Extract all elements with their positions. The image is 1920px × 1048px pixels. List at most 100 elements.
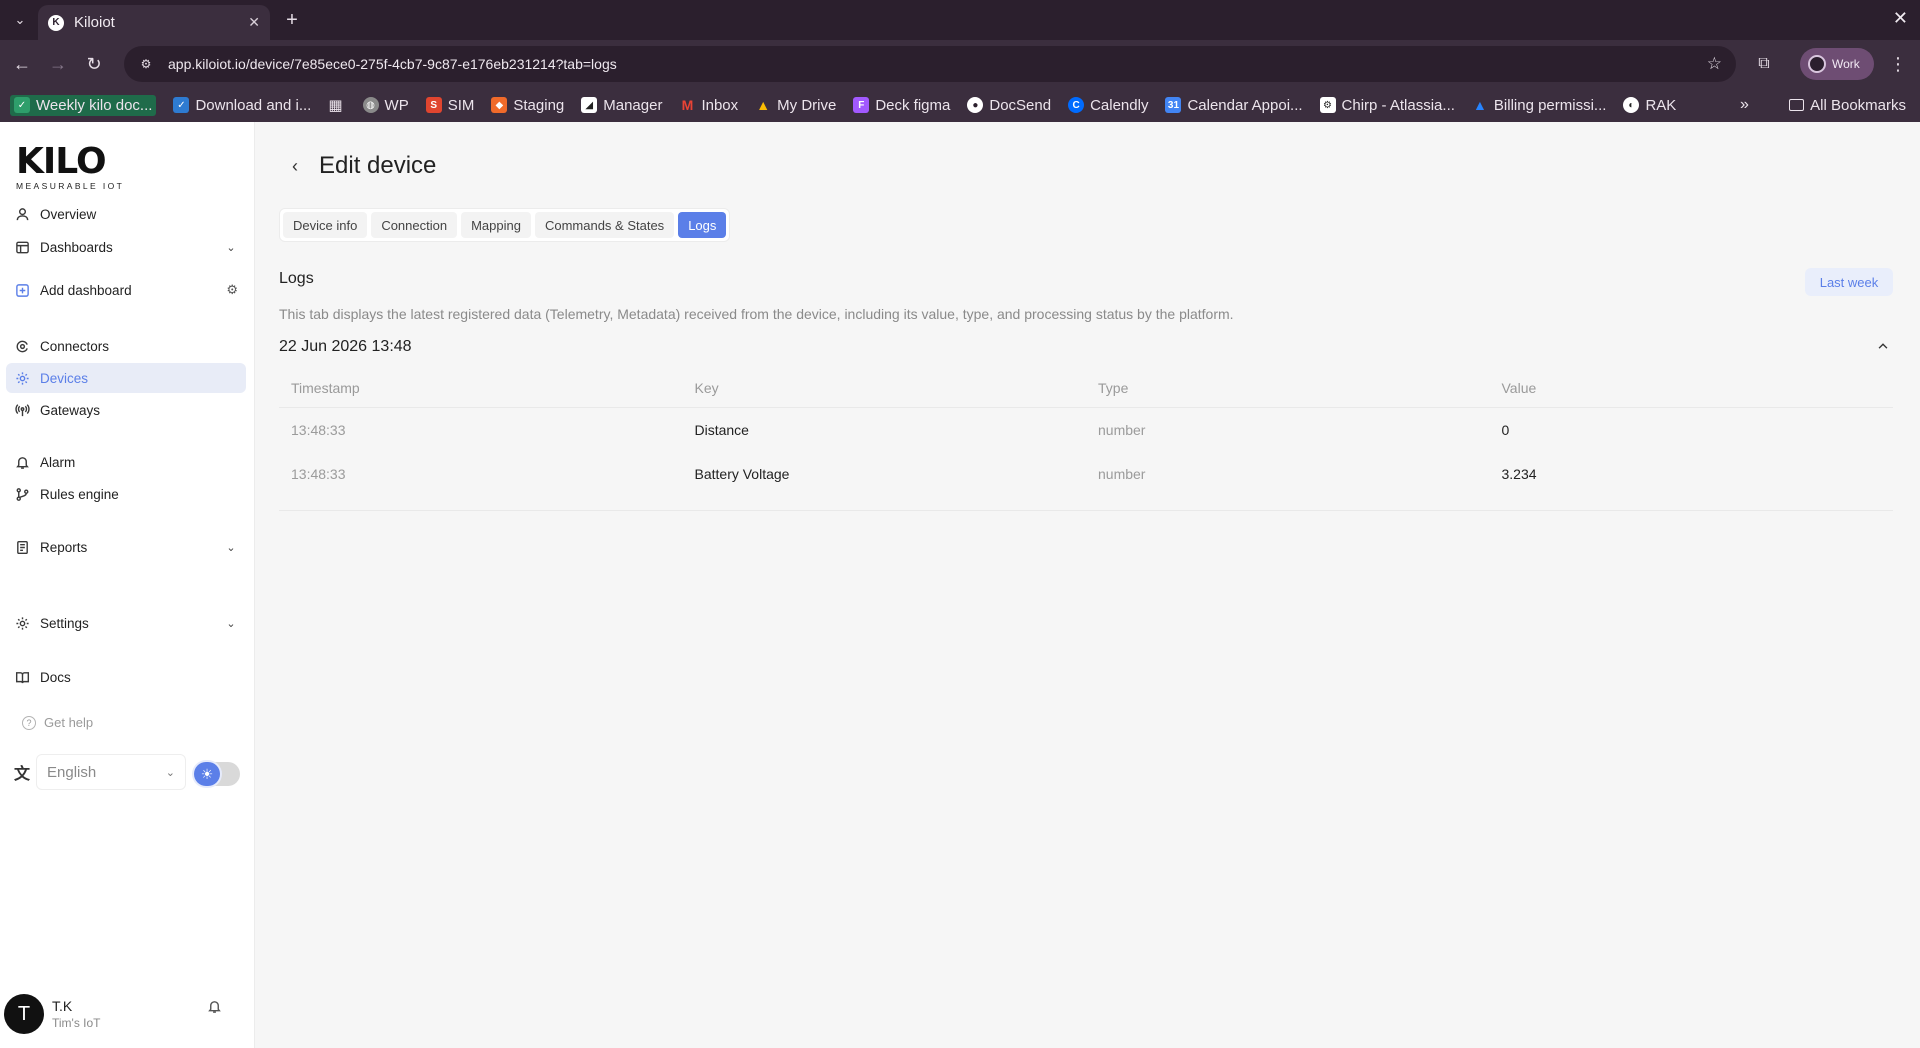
user-name: T.K — [52, 998, 73, 1014]
sidebar-item-label: Connectors — [40, 338, 110, 354]
theme-toggle[interactable]: ☀ — [194, 762, 240, 786]
logs-title: Logs — [279, 270, 314, 287]
bookmark-label: Inbox — [701, 96, 739, 114]
timestamp-cell: 13:48:33 — [291, 466, 346, 482]
sidebar-item-overview[interactable]: Overview — [6, 199, 246, 229]
forward-arrow-icon[interactable]: → — [46, 52, 70, 76]
calendly-icon: C — [1068, 97, 1085, 113]
extensions-puzzle-icon[interactable]: ⧉ — [1752, 52, 1776, 76]
user-icon — [14, 206, 30, 222]
chirp-icon: ⚙ — [1319, 97, 1336, 113]
new-tab-plus-icon[interactable]: + — [280, 8, 304, 32]
language-select[interactable]: English ⌄ — [36, 754, 187, 790]
notification-bell-icon[interactable] — [202, 994, 226, 1018]
browser-tab-active[interactable]: K Kiloiot ✕ — [38, 5, 270, 40]
sidebar-item-settings[interactable]: Settings ⌄ — [6, 608, 246, 638]
sidebar-item-connectors[interactable]: Connectors — [6, 331, 246, 361]
globe-icon: ◍ — [362, 97, 379, 113]
sidebar-item-alarm[interactable]: Alarm — [6, 447, 246, 477]
bookmark-label: RAK — [1645, 96, 1677, 114]
profile-button[interactable]: Work — [1800, 48, 1874, 80]
bookmark-label: Staging — [513, 96, 565, 114]
sidebar-item-add-dashboard[interactable]: Add dashboard ⚙ — [6, 275, 246, 305]
sidebar-item-docs[interactable]: Docs — [6, 662, 246, 692]
more-bookmarks-chevron-icon[interactable]: » — [1740, 88, 1749, 122]
url-text[interactable]: app.kiloiot.io/device/7e85ece0-275f-4cb7… — [168, 56, 1707, 72]
site-info-icon[interactable]: ⚙ — [138, 56, 154, 72]
all-bookmarks-button[interactable]: All Bookmarks — [1789, 88, 1906, 122]
bookmark-label: My Drive — [777, 96, 837, 114]
bookmark-item[interactable]: ● DocSend — [967, 97, 1051, 114]
chevron-down-icon[interactable]: ⌄ — [224, 541, 238, 554]
translate-icon: 文 — [14, 766, 31, 783]
bookmark-item[interactable]: ✓ Download and i... — [173, 97, 311, 114]
sidebar-item-reports[interactable]: Reports ⌄ — [6, 532, 246, 562]
bookmark-item[interactable]: ◆ Staging — [491, 97, 564, 114]
kiloiot-app: KILO MEASURABLE IOT Overview Dashboards … — [0, 122, 1920, 1048]
tab-commands-states[interactable]: Commands & States — [534, 212, 675, 238]
bookmark-item[interactable]: ◢ Manager — [581, 97, 662, 114]
bookmark-item[interactable]: ▲ My Drive — [755, 97, 836, 114]
address-bar[interactable]: ⚙ app.kiloiot.io/device/7e85ece0-275f-4c… — [124, 46, 1736, 82]
gear-icon[interactable]: ⚙ — [226, 282, 238, 298]
bookmark-item[interactable]: ▲ Billing permissi... — [1472, 96, 1607, 114]
tab-mapping[interactable]: Mapping — [461, 212, 531, 238]
key-cell: Distance — [694, 422, 749, 438]
sidebar-item-gateways[interactable]: Gateways — [6, 395, 246, 425]
type-cell: number — [1098, 422, 1146, 438]
sun-icon: ☀ — [194, 762, 220, 786]
tab-search-chevron-icon[interactable]: ⌄ — [8, 8, 32, 32]
sidebar-item-label: Rules engine — [40, 486, 119, 502]
kilo-logo[interactable]: KILO MEASURABLE IOT — [16, 141, 124, 192]
tab-connection[interactable]: Connection — [371, 212, 458, 238]
apps-grid-icon[interactable]: ▦ — [328, 96, 342, 114]
user-info: T.K Tim's IoT — [52, 998, 101, 1030]
chevron-down-icon: ⌄ — [165, 766, 176, 779]
drive-icon: ▲ — [756, 97, 771, 113]
back-arrow-icon[interactable]: ← — [10, 52, 34, 76]
bookmark-item[interactable]: F Deck figma — [853, 97, 950, 114]
sidebar-item-label: Devices — [40, 370, 89, 386]
bookmark-item[interactable]: M Inbox — [679, 96, 739, 114]
bookmark-item[interactable]: ◍ WP — [362, 97, 409, 114]
reload-icon[interactable]: ↻ — [82, 52, 106, 76]
plus-square-icon — [14, 282, 30, 298]
sidebar-item-devices[interactable]: Devices — [6, 363, 246, 393]
chevron-down-icon[interactable]: ⌄ — [224, 617, 238, 630]
get-help-link[interactable]: ? Get help — [22, 715, 93, 730]
cog-icon — [14, 370, 30, 386]
timestamp-cell: 13:48:33 — [291, 422, 346, 438]
browser-menu-kebab-icon[interactable]: ⋮ — [1886, 52, 1910, 76]
sidebar-item-label: Alarm — [40, 454, 76, 470]
last-week-button[interactable]: Last week — [1805, 268, 1893, 296]
bookmark-label: SIM — [447, 96, 475, 114]
chevron-left-icon[interactable]: ‹ — [285, 154, 305, 178]
table-row: 13:48:33 Distance number 0 — [279, 408, 1893, 452]
manager-favicon-icon: ◢ — [581, 97, 598, 113]
tab-device-info[interactable]: Device info — [283, 212, 368, 238]
sidebar-item-rules-engine[interactable]: Rules engine — [6, 479, 246, 509]
report-icon — [14, 539, 30, 555]
bookmark-item[interactable]: ✓ Weekly kilo doc... — [10, 94, 157, 116]
bookmark-item[interactable]: ⚙ Chirp - Atlassia... — [1319, 97, 1455, 114]
type-cell: number — [1098, 466, 1146, 482]
user-org: Tim's IoT — [52, 1016, 101, 1030]
bookmark-star-icon[interactable]: ☆ — [1707, 54, 1722, 74]
bookmark-label: Calendly — [1090, 96, 1149, 114]
get-help-label: Get help — [44, 715, 94, 730]
sim-favicon-icon: S — [425, 97, 442, 113]
chevron-down-icon[interactable]: ⌄ — [224, 241, 238, 254]
logo-wordmark: KILO — [16, 141, 107, 182]
sidebar-item-label: Overview — [40, 206, 97, 222]
bookmark-label: Billing permissi... — [1493, 96, 1607, 114]
bookmark-item[interactable]: ◐ RAK — [1623, 97, 1676, 114]
bookmark-item[interactable]: S SIM — [425, 96, 475, 114]
chevron-up-icon[interactable] — [1875, 338, 1891, 354]
bookmark-item[interactable]: 31 Calendar Appoi... — [1165, 97, 1303, 114]
tab-logs[interactable]: Logs — [678, 212, 727, 238]
bookmark-item[interactable]: C Calendly — [1068, 97, 1148, 114]
sidebar-item-dashboards[interactable]: Dashboards ⌄ — [6, 232, 246, 262]
sidebar-item-label: Dashboards — [40, 239, 113, 255]
close-tab-icon[interactable]: ✕ — [248, 14, 260, 31]
window-close-icon[interactable]: ✕ — [1893, 8, 1908, 29]
